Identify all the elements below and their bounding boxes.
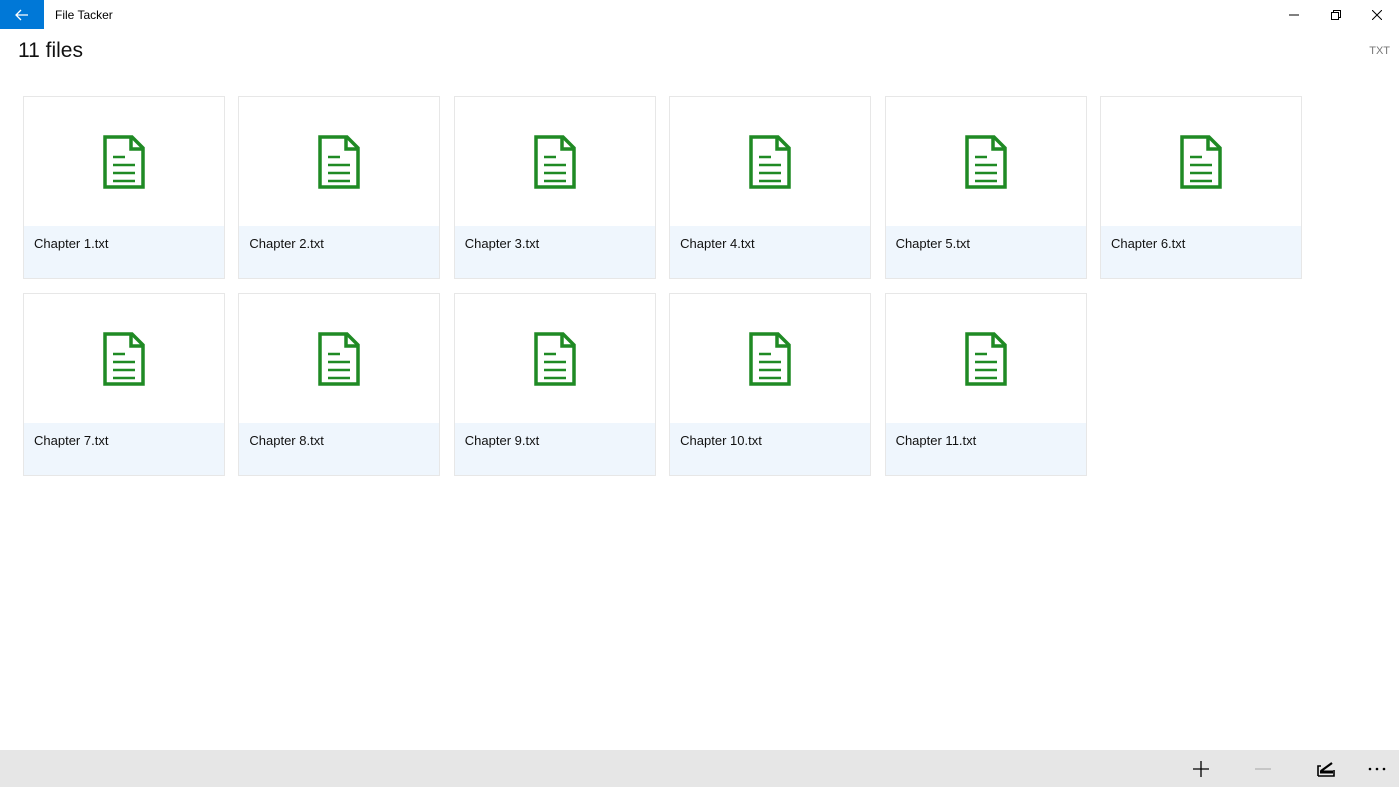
file-name: Chapter 5.txt <box>885 226 1086 278</box>
file-thumbnail <box>239 97 440 226</box>
file-tile[interactable]: Chapter 4.txt <box>669 96 872 279</box>
file-name: Chapter 10.txt <box>670 423 871 475</box>
app-title: File Tacker <box>55 8 113 22</box>
back-arrow-icon <box>15 9 28 20</box>
remove-icon <box>1255 767 1271 770</box>
text-file-icon <box>103 331 145 386</box>
open-folder-button[interactable] <box>1302 750 1350 787</box>
open-folder-icon <box>1317 761 1335 777</box>
file-type-filter[interactable]: TXT <box>1369 45 1390 57</box>
file-count-title: 11 files <box>18 39 83 62</box>
restore-icon <box>1331 9 1341 20</box>
file-thumbnail <box>239 294 440 423</box>
file-name: Chapter 3.txt <box>454 226 655 278</box>
file-name: Chapter 6.txt <box>1100 226 1301 278</box>
text-file-icon <box>318 134 361 189</box>
file-tile[interactable]: Chapter 6.txt <box>1099 96 1302 279</box>
text-file-icon <box>103 134 145 189</box>
text-file-icon <box>749 331 791 386</box>
back-button[interactable] <box>0 0 44 29</box>
file-thumbnail <box>1100 97 1301 226</box>
close-button[interactable] <box>1354 0 1399 29</box>
file-thumbnail <box>24 294 224 423</box>
file-thumbnail <box>670 294 871 423</box>
file-tile[interactable]: Chapter 8.txt <box>238 293 441 476</box>
title-bar: File Tacker <box>0 0 1399 29</box>
file-tile[interactable]: Chapter 7.txt <box>23 293 225 476</box>
add-icon <box>1193 760 1209 777</box>
more-button[interactable] <box>1353 750 1399 787</box>
file-name: Chapter 7.txt <box>24 423 224 475</box>
text-file-icon <box>534 134 576 189</box>
text-file-icon <box>964 331 1007 386</box>
minimize-icon <box>1289 14 1299 15</box>
text-file-icon <box>1180 134 1222 189</box>
close-icon <box>1372 9 1382 20</box>
file-thumbnail <box>885 97 1086 226</box>
file-name: Chapter 11.txt <box>885 423 1086 475</box>
file-name: Chapter 1.txt <box>24 226 224 278</box>
file-name: Chapter 8.txt <box>239 423 440 475</box>
file-tile[interactable]: Chapter 3.txt <box>453 96 656 279</box>
more-icon <box>1368 767 1386 770</box>
file-name: Chapter 9.txt <box>454 423 655 475</box>
file-tile[interactable]: Chapter 9.txt <box>453 293 656 476</box>
file-thumbnail <box>454 97 655 226</box>
restore-button[interactable] <box>1313 0 1359 29</box>
file-name: Chapter 2.txt <box>239 226 440 278</box>
minimize-button[interactable] <box>1271 0 1317 29</box>
file-thumbnail <box>885 294 1086 423</box>
file-thumbnail <box>670 97 871 226</box>
file-name: Chapter 4.txt <box>670 226 871 278</box>
file-tile[interactable]: Chapter 2.txt <box>238 96 441 279</box>
file-tile[interactable]: Chapter 10.txt <box>669 293 872 476</box>
command-bar <box>0 750 1399 787</box>
file-tile[interactable]: Chapter 5.txt <box>884 96 1087 279</box>
file-tile[interactable]: Chapter 11.txt <box>884 293 1087 476</box>
file-thumbnail <box>24 97 224 226</box>
add-button[interactable] <box>1177 750 1225 787</box>
text-file-icon <box>749 134 791 189</box>
file-grid: Chapter 1.txt Chapter 2.txt Chapter 3.tx… <box>23 96 1302 476</box>
text-file-icon <box>964 134 1007 189</box>
text-file-icon <box>318 331 361 386</box>
text-file-icon <box>534 331 576 386</box>
file-thumbnail <box>454 294 655 423</box>
remove-button[interactable] <box>1239 750 1287 787</box>
file-tile[interactable]: Chapter 1.txt <box>23 96 225 279</box>
